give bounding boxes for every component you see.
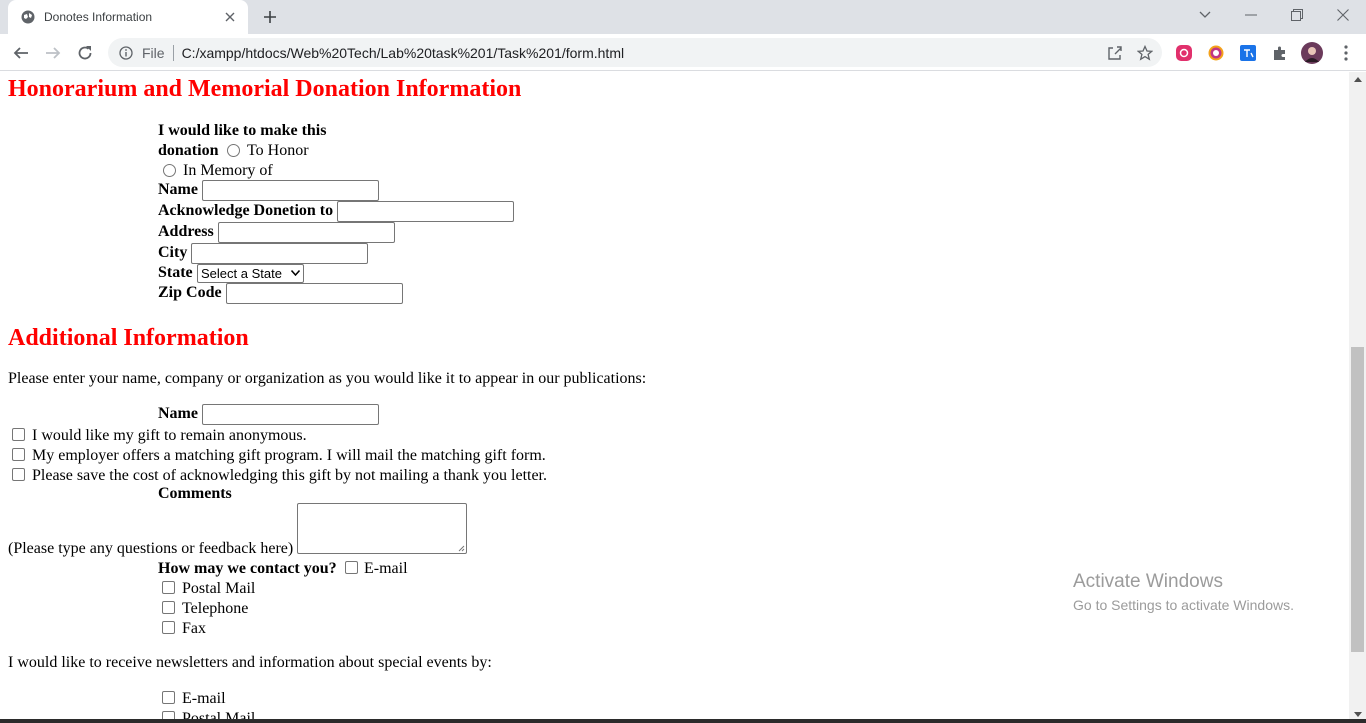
info-icon[interactable] [118,45,134,61]
label-employer: My employer offers a matching gift progr… [32,447,546,464]
newsletter-prompt: I would like to receive newsletters and … [8,654,492,671]
checkbox-contact-telephone[interactable] [162,601,175,614]
label-contact-telephone: Telephone [182,600,249,617]
checkbox-save-cost[interactable] [12,468,25,481]
chevron-down-icon [291,270,300,276]
url-text[interactable]: C:/xampp/htdocs/Web%20Tech/Lab%20task%20… [182,45,625,61]
label-state: State [158,264,193,281]
label-acknowledge: Acknowledge Donetion to [158,202,334,219]
heading-honorarium: Honorarium and Memorial Donation Informa… [8,76,522,102]
city-input[interactable] [191,243,368,264]
tab-strip: Donotes Information [0,0,1366,34]
extension-ring-icon[interactable] [1205,42,1227,64]
menu-kebab-icon[interactable] [1335,42,1357,64]
browser-tab[interactable]: Donotes Information [8,0,248,34]
state-select-value: Select a State [201,266,282,281]
url-scheme-label: File [142,44,165,61]
scroll-up-arrow-icon[interactable] [1349,72,1366,86]
radio-in-memory[interactable] [163,164,176,177]
profile-avatar[interactable] [1301,42,1323,64]
label-comments: Comments [158,485,232,502]
comments-textarea[interactable] [297,503,467,554]
reload-icon[interactable] [72,40,98,66]
label-address: Address [158,223,214,240]
comments-hint: (Please type any questions or feedback h… [8,540,294,557]
address-bar[interactable]: File C:/xampp/htdocs/Web%20Tech/Lab%20ta… [108,38,1162,67]
label-pub-name: Name [158,405,198,422]
pub-name-input[interactable] [202,404,379,425]
checkbox-contact-email[interactable] [345,561,358,574]
label-to-honor: To Honor [247,142,309,159]
label-contact-postal: Postal Mail [182,580,256,597]
instagram-extension-icon[interactable] [1173,42,1195,64]
label-in-memory: In Memory of [183,162,273,179]
tab-search-icon[interactable] [1182,0,1228,30]
radio-to-honor[interactable] [227,144,240,157]
taskbar-edge [0,719,1366,723]
url-divider [172,44,174,61]
close-window-button[interactable] [1320,0,1366,30]
minimize-button[interactable] [1228,0,1274,30]
acknowledge-input[interactable] [337,201,514,222]
restore-button[interactable] [1274,0,1320,30]
state-select[interactable]: Select a State [197,264,304,283]
label-name: Name [158,181,198,198]
browser-toolbar: File C:/xampp/htdocs/Web%20Tech/Lab%20ta… [0,34,1366,71]
address-input[interactable] [218,222,395,243]
bookmark-star-icon[interactable] [1134,42,1156,64]
page-viewport: Honorarium and Memorial Donation Informa… [0,72,1349,723]
donation-prompt-line1: I would like to make this [158,122,327,139]
activation-watermark-subtitle: Go to Settings to activate Windows. [1073,597,1294,613]
checkbox-contact-postal[interactable] [162,581,175,594]
checkbox-employer[interactable] [12,448,25,461]
tab-title: Donotes Information [44,10,153,24]
zip-input[interactable] [226,283,403,304]
label-save-cost: Please save the cost of acknowledging th… [32,467,547,484]
close-tab-icon[interactable] [222,9,238,25]
translate-extension-icon[interactable] [1237,42,1259,64]
publication-prompt: Please enter your name, company or organ… [8,370,647,387]
label-city: City [158,244,188,261]
label-contact-fax: Fax [182,620,206,637]
omnibox-actions [1104,42,1156,64]
heading-additional: Additional Information [8,325,249,351]
label-news-email: E-mail [182,690,226,707]
share-icon[interactable] [1104,42,1126,64]
checkbox-news-email[interactable] [162,691,175,704]
checkbox-contact-fax[interactable] [162,621,175,634]
extensions-puzzle-icon[interactable] [1269,42,1291,64]
scrollbar-thumb[interactable] [1351,347,1364,652]
name-input[interactable] [202,180,379,201]
resize-handle-icon[interactable] [458,545,465,552]
activation-watermark-title: Activate Windows [1073,571,1223,592]
label-zip: Zip Code [158,284,222,301]
checkbox-anonymous[interactable] [12,428,25,441]
contact-prompt: How may we contact you? [158,560,337,577]
label-contact-email: E-mail [364,560,408,577]
page-scrollbar[interactable] [1349,72,1366,723]
forward-arrow-icon[interactable] [40,40,66,66]
globe-icon [20,9,36,25]
donation-prompt-line2: donation [158,142,219,159]
new-tab-button[interactable] [260,7,280,27]
label-anonymous: I would like my gift to remain anonymous… [32,427,307,444]
back-arrow-icon[interactable] [8,40,34,66]
